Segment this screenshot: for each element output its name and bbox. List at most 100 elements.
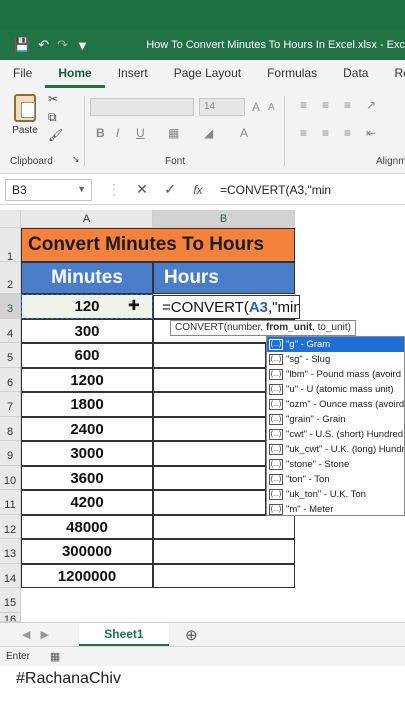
hours-cell[interactable]: [153, 490, 266, 515]
autocomplete-item[interactable]: (...) "m" - Meter: [267, 502, 404, 515]
autocomplete-item[interactable]: (...) "ton" - Ton: [267, 472, 404, 487]
insert-function-icon[interactable]: fx: [184, 183, 212, 197]
fill-color-icon[interactable]: ◢: [204, 126, 213, 140]
select-all-corner[interactable]: [0, 210, 21, 228]
row-header-1[interactable]: 1: [0, 228, 21, 263]
accessibility-icon[interactable]: ▦: [50, 650, 60, 663]
autocomplete-item[interactable]: (...) "sg" - Slug: [267, 352, 404, 367]
minutes-cell[interactable]: 1200: [21, 368, 153, 392]
hours-cell[interactable]: [153, 564, 295, 588]
tab-formulas[interactable]: Formulas: [254, 60, 330, 88]
tab-page-layout[interactable]: Page Layout: [161, 60, 254, 88]
hours-cell[interactable]: [153, 417, 266, 441]
scroll-left-icon[interactable]: ◀: [22, 628, 30, 641]
row-header-2[interactable]: 2: [0, 262, 21, 294]
row-header-11[interactable]: 11: [0, 490, 21, 515]
save-icon[interactable]: 💾: [14, 37, 30, 53]
minutes-cell[interactable]: 1800: [21, 392, 153, 417]
minutes-cell[interactable]: 3000: [21, 441, 153, 466]
autocomplete-item[interactable]: (...) "g" - Gram: [267, 337, 404, 352]
borders-icon[interactable]: ▦: [168, 126, 179, 140]
header-minutes-cell[interactable]: Minutes: [21, 262, 153, 294]
underline-button[interactable]: U: [136, 126, 145, 140]
minutes-cell[interactable]: 1200000: [21, 564, 153, 588]
orientation-icon[interactable]: ↗: [366, 98, 376, 112]
autocomplete-item[interactable]: (...) "lbm" - Pound mass (avoird: [267, 367, 404, 382]
formula-input[interactable]: =CONVERT(A3,"min: [220, 183, 331, 197]
bold-button[interactable]: B: [96, 126, 105, 140]
align-right-icon[interactable]: ≡: [344, 126, 351, 140]
minutes-cell[interactable]: 600: [21, 343, 153, 368]
autocomplete-item[interactable]: (...) "stone" - Stone: [267, 457, 404, 472]
paste-button[interactable]: Paste: [10, 94, 40, 136]
row-header-12[interactable]: 12: [0, 515, 21, 539]
italic-button[interactable]: I: [116, 126, 119, 140]
row-header-4[interactable]: 4: [0, 319, 21, 343]
font-color-icon[interactable]: A: [240, 126, 248, 140]
scroll-right-icon[interactable]: ▶: [40, 628, 48, 641]
hours-cell[interactable]: [153, 392, 266, 417]
minutes-cell[interactable]: 2400: [21, 417, 153, 441]
autocomplete-item[interactable]: (...) "uk_ton" - U.K. Ton: [267, 487, 404, 502]
enter-icon[interactable]: ✓: [156, 181, 184, 198]
row-header-9[interactable]: 9: [0, 441, 21, 466]
align-center-icon[interactable]: ≡: [322, 126, 329, 140]
minutes-cell[interactable]: 4200: [21, 490, 153, 515]
header-hours-cell[interactable]: Hours: [153, 262, 295, 294]
minutes-cell[interactable]: 300: [21, 319, 153, 343]
row-header-16[interactable]: 16: [0, 613, 21, 622]
copy-icon[interactable]: ⧉: [48, 110, 57, 125]
shrink-font-icon[interactable]: A: [268, 102, 275, 113]
tab-insert[interactable]: Insert: [105, 60, 161, 88]
tab-review[interactable]: Revie: [381, 60, 405, 88]
cell-editor[interactable]: =CONVERT(A3 ,"min: [153, 295, 300, 319]
row-header-5[interactable]: 5: [0, 343, 21, 368]
row-header-6[interactable]: 6: [0, 368, 21, 392]
tab-file[interactable]: File: [0, 60, 45, 88]
indent-icon[interactable]: ⇤: [366, 126, 376, 140]
add-sheet-icon[interactable]: ⊕: [185, 626, 198, 644]
minutes-cell[interactable]: 3600: [21, 466, 153, 490]
row-header-7[interactable]: 7: [0, 392, 21, 417]
format-painter-icon[interactable]: 🖌: [48, 128, 63, 142]
align-left-icon[interactable]: ≡: [300, 126, 307, 140]
grow-font-icon[interactable]: A: [252, 100, 260, 114]
row-header-14[interactable]: 14: [0, 564, 21, 588]
column-header-a[interactable]: A: [21, 210, 153, 228]
title-cell[interactable]: Convert Minutes To Hours: [21, 228, 295, 262]
autocomplete-item[interactable]: (...) "uk_cwt" - U.K. (long) Hundr: [267, 442, 404, 457]
customize-icon[interactable]: ▼: [76, 38, 89, 53]
undo-icon[interactable]: ↶: [38, 37, 49, 53]
hours-cell[interactable]: [153, 343, 266, 368]
minutes-cell[interactable]: 48000: [21, 515, 153, 539]
row-header-10[interactable]: 10: [0, 466, 21, 490]
cancel-icon[interactable]: ✕: [128, 181, 156, 198]
row-header-8[interactable]: 8: [0, 417, 21, 441]
chevron-down-icon[interactable]: ▼: [77, 184, 86, 194]
sheet-tab-sheet1[interactable]: Sheet1: [78, 622, 169, 647]
autocomplete-item[interactable]: (...) "grain" - Grain: [267, 412, 404, 427]
autocomplete-item[interactable]: (...) "u" - U (atomic mass unit): [267, 382, 404, 397]
font-size-box[interactable]: 14: [199, 98, 245, 116]
row-header-3[interactable]: 3: [0, 294, 21, 319]
row-header-15[interactable]: 15: [0, 588, 21, 613]
name-box[interactable]: B3 ▼: [5, 178, 92, 201]
hours-cell[interactable]: [153, 466, 266, 490]
hours-cell[interactable]: [153, 539, 295, 564]
tab-home[interactable]: Home: [45, 60, 105, 88]
cut-icon[interactable]: ✂: [48, 92, 58, 106]
hours-cell[interactable]: [153, 515, 295, 539]
align-top-icon[interactable]: ≡: [300, 98, 307, 112]
hours-cell[interactable]: [153, 441, 266, 466]
autocomplete-item[interactable]: (...) "ozm" - Ounce mass (avoird: [267, 397, 404, 412]
tab-data[interactable]: Data: [330, 60, 381, 88]
redo-icon[interactable]: ↷: [57, 37, 68, 53]
align-bottom-icon[interactable]: ≡: [344, 98, 351, 112]
font-name-box[interactable]: [90, 98, 194, 116]
align-middle-icon[interactable]: ≡: [322, 98, 329, 112]
hours-cell[interactable]: [153, 368, 266, 392]
dialog-launcher-icon[interactable]: ↘: [72, 154, 80, 165]
row-header-13[interactable]: 13: [0, 539, 21, 564]
minutes-cell[interactable]: 300000: [21, 539, 153, 564]
autocomplete-item[interactable]: (...) "cwt" - U.S. (short) Hundred: [267, 427, 404, 442]
